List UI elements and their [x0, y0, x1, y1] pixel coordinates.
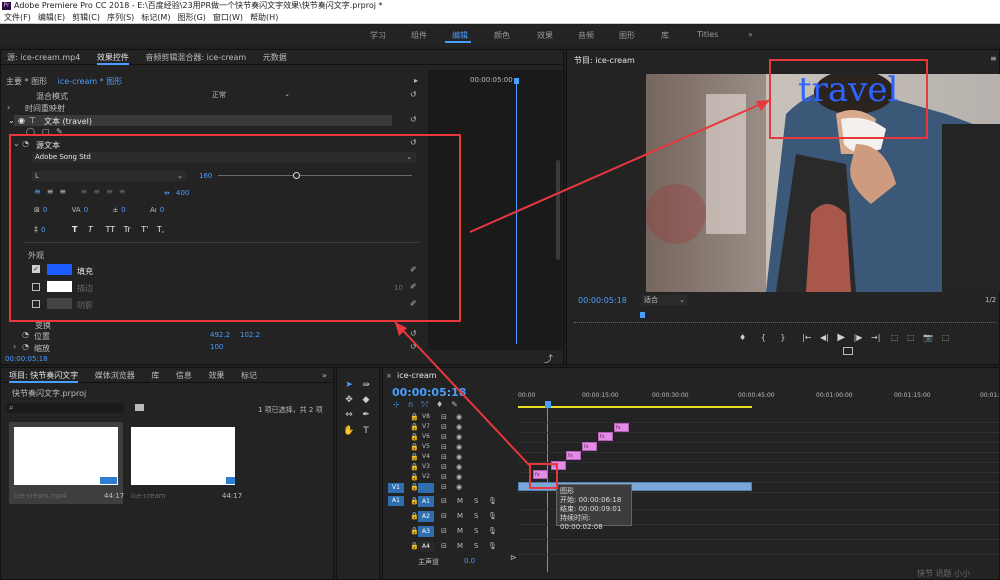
arrow-to-title [469, 99, 771, 233]
arrow-to-properties [394, 321, 531, 467]
annotation-arrows [394, 99, 771, 467]
